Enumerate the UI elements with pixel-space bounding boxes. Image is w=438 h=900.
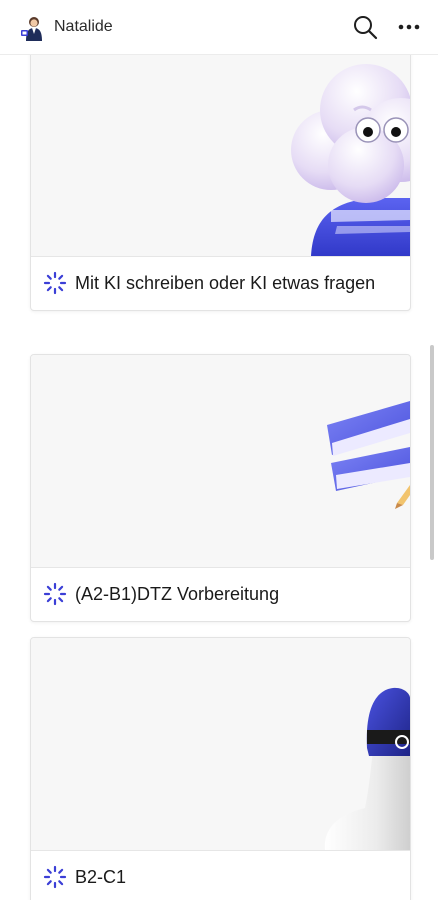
top-bar: Natalide (0, 0, 438, 55)
loading-spinner-icon (43, 865, 67, 889)
bust-with-helmet-illustration (324, 687, 410, 850)
card-ki[interactable]: Mit KI schreiben oder KI etwas fragen (30, 55, 411, 311)
card-title: Mit KI schreiben oder KI etwas fragen (75, 273, 376, 293)
card-image (31, 355, 410, 568)
avatar[interactable] (18, 14, 46, 42)
scrollbar[interactable] (430, 345, 434, 560)
search-icon (354, 16, 378, 40)
more-horizontal-icon (398, 24, 420, 30)
books-illustration (327, 401, 410, 509)
card-b2-c1[interactable]: B2-C1 (30, 637, 411, 900)
cloud-mascot-illustration (291, 64, 410, 256)
card-image (31, 638, 410, 851)
app-title: Natalide (54, 18, 113, 35)
card-image (31, 55, 410, 257)
search-button[interactable] (350, 12, 380, 42)
card-title: (A2-B1)DTZ Vorbereitung (75, 584, 280, 604)
card-label-row: Mit KI schreiben oder KI etwas fragen (31, 257, 410, 310)
more-options-button[interactable] (394, 12, 424, 42)
loading-spinner-icon (43, 582, 67, 606)
app-page: Natalide Mit KI schreiben oder KI etwas … (0, 0, 438, 900)
card-list[interactable]: Mit KI schreiben oder KI etwas fragen (A… (0, 55, 438, 900)
card-label-row: (A2-B1)DTZ Vorbereitung (31, 568, 410, 621)
card-dtz[interactable]: (A2-B1)DTZ Vorbereitung (30, 354, 411, 622)
loading-spinner-icon (43, 271, 67, 295)
card-label-row: B2-C1 (31, 851, 410, 900)
card-title: B2-C1 (75, 867, 127, 887)
